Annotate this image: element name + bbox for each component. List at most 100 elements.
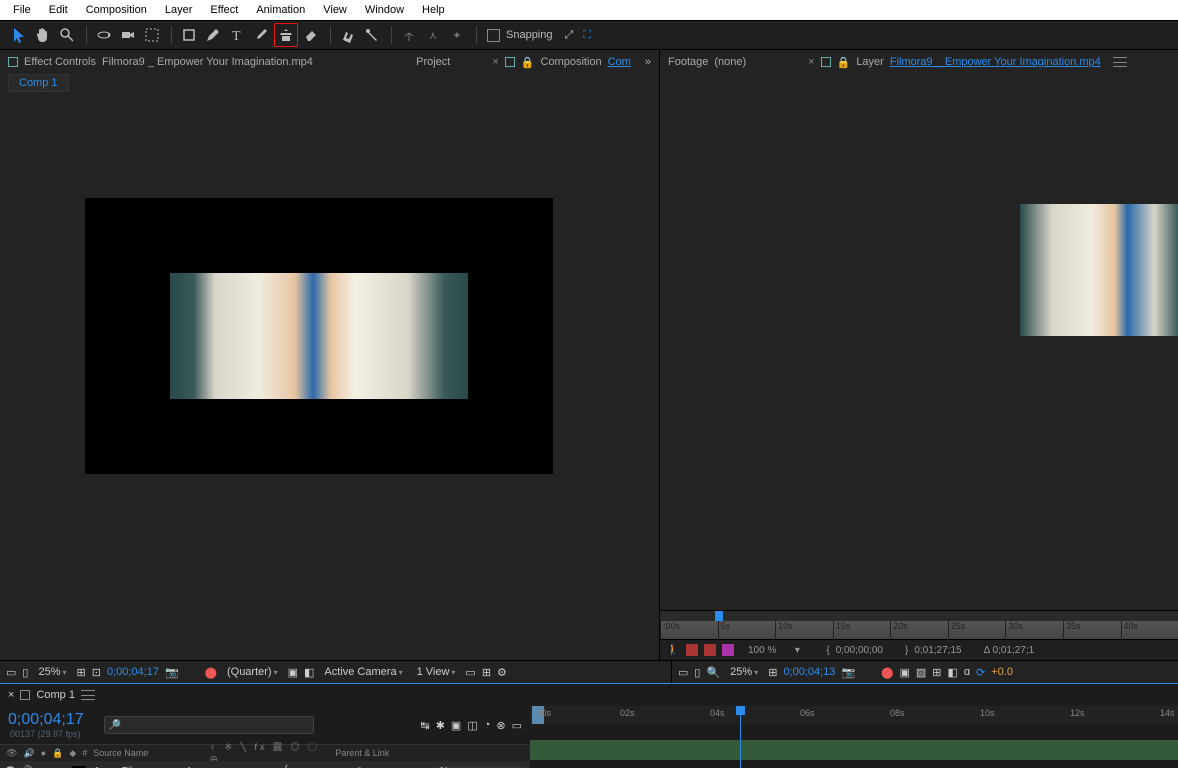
option-icon[interactable]: ⚙ — [497, 666, 507, 679]
tab-project[interactable]: Project — [416, 56, 450, 68]
panel-menu-icon[interactable] — [81, 690, 95, 700]
grid-icon[interactable]: ⊞ — [768, 666, 777, 679]
red-box-icon[interactable] — [686, 644, 698, 656]
motion-blur-icon[interactable]: ◔ — [484, 719, 491, 732]
mini-playhead-icon[interactable] — [715, 611, 723, 621]
layer-bar[interactable] — [530, 740, 1178, 760]
mini-tc-start[interactable]: 0;00;00;00 — [836, 645, 883, 656]
brain-icon[interactable]: ⊗ — [496, 719, 505, 732]
option-icon[interactable]: ▭ — [465, 666, 475, 679]
layer-row[interactable]: 👁 🔊 ▸ 1 ▭ Filmora...n.mp4 ♀ ╱ ◎ None▾ — [0, 761, 530, 768]
tab-close-icon[interactable]: × — [8, 689, 14, 701]
monitor-icon[interactable]: ▭ — [6, 666, 16, 679]
tab-effect-controls[interactable]: Effect Controls — [24, 56, 96, 68]
timeline-search-input[interactable]: 🔎 — [104, 716, 314, 734]
sq-icon[interactable]: ◧ — [947, 666, 957, 679]
menu-effect[interactable]: Effect — [201, 1, 247, 19]
lock-icon[interactable]: 🔒 — [837, 56, 851, 69]
refresh-icon[interactable]: ⟳ — [976, 666, 985, 679]
rotobrush-tool[interactable] — [337, 24, 359, 46]
panel-menu-icon[interactable] — [1113, 57, 1127, 67]
camera-tool[interactable] — [117, 24, 139, 46]
menu-window[interactable]: Window — [356, 1, 413, 19]
sq-icon[interactable]: ⊞ — [932, 666, 941, 679]
bone-tool[interactable]: ⋏ — [422, 24, 444, 46]
tab-close-icon[interactable]: × — [808, 56, 814, 68]
menu-file[interactable]: File — [4, 1, 40, 19]
viewer-timecode[interactable]: 0;00;04;13 — [783, 666, 835, 678]
mini-tc-end[interactable]: 0;01;27;15 — [914, 645, 961, 656]
menu-view[interactable]: View — [314, 1, 356, 19]
views-dropdown[interactable]: 1 View▾ — [413, 666, 460, 678]
viewer-timecode[interactable]: 0;00;04;17 — [107, 666, 159, 678]
solo-col-icon[interactable]: ● — [39, 748, 48, 758]
mini-ruler[interactable]: :00s 5s 10s 15s 20s 25s 30s 35s 40s — [660, 621, 1178, 639]
comp-tab[interactable]: Comp 1 — [8, 74, 69, 92]
alpha-icon[interactable]: ɑ — [964, 666, 970, 678]
orbit-tool[interactable] — [93, 24, 115, 46]
bracket-end-icon[interactable]: } — [905, 645, 908, 656]
mini-zoom-label[interactable]: 100 % — [740, 645, 784, 656]
zoom-tool[interactable] — [56, 24, 78, 46]
timeline-tracks[interactable]: :00s 02s 04s 06s 08s 10s 12s 14s — [530, 706, 1178, 768]
magenta-box-icon[interactable] — [722, 644, 734, 656]
mesh-tool[interactable]: ✦ — [446, 24, 468, 46]
timeline-current-time[interactable]: 0;00;04;17 — [8, 711, 84, 729]
zoom-dropdown[interactable]: 25%▾ — [726, 666, 762, 678]
snapshot-icon[interactable]: 📷 — [165, 666, 179, 679]
rectangle-tool[interactable] — [178, 24, 200, 46]
tab-layer[interactable]: Layer — [856, 56, 884, 68]
transparent-icon[interactable]: ▣ — [288, 666, 298, 679]
menu-edit[interactable]: Edit — [40, 1, 77, 19]
layer-file-link[interactable]: Filmora9 _ Empower Your Imagination.mp4 — [890, 56, 1101, 68]
speaker-col-icon[interactable]: 🔊 — [21, 748, 36, 759]
columns-icon[interactable]: ▯ — [22, 666, 28, 679]
tab-composition[interactable]: Composition — [541, 56, 602, 68]
lock-icon[interactable]: 🔒 — [521, 56, 535, 69]
grid-icon[interactable]: ⊡ — [92, 666, 101, 679]
chevron-down-icon[interactable]: ▾ — [790, 643, 804, 657]
snapping-bounds-icon[interactable]: ⛶ — [583, 29, 591, 42]
snapping-options-icon[interactable]: ⤢ — [565, 29, 574, 42]
channels-icon[interactable]: ⬤ — [205, 666, 217, 679]
composition-name-link[interactable]: Com — [608, 56, 631, 68]
red-box-icon[interactable] — [704, 644, 716, 656]
selection-tool[interactable] — [8, 24, 30, 46]
text-tool[interactable]: T — [226, 24, 248, 46]
puppet-tool[interactable] — [361, 24, 383, 46]
menu-animation[interactable]: Animation — [247, 1, 314, 19]
snapping-toggle[interactable]: Snapping ⤢ ⛶ — [487, 29, 591, 42]
quality-dropdown[interactable]: (Quarter)▾ — [223, 666, 282, 678]
magnify-icon[interactable]: 🔍 — [706, 666, 720, 679]
graph-icon[interactable]: ✱ — [436, 719, 445, 732]
snapshot-icon[interactable]: 📷 — [841, 666, 855, 679]
zoom-dropdown[interactable]: 25%▾ — [34, 666, 70, 678]
exposure-value[interactable]: +0.0 — [991, 666, 1013, 678]
composition-viewer[interactable] — [0, 94, 659, 660]
columns-icon[interactable]: ▯ — [694, 666, 700, 679]
axis-tool[interactable] — [398, 24, 420, 46]
lock-col-icon[interactable]: 🔒 — [50, 748, 65, 759]
frame-blend-icon[interactable]: ◫ — [467, 719, 477, 732]
render-icon[interactable]: ▭ — [512, 719, 522, 732]
source-name-col[interactable]: Source Name — [91, 748, 205, 758]
monitor-icon[interactable]: ▭ — [678, 666, 688, 679]
bracket-start-icon[interactable]: { — [826, 645, 829, 656]
layer-mini-timeline[interactable]: :00s 5s 10s 15s 20s 25s 30s 35s 40s — [660, 610, 1178, 639]
menu-layer[interactable]: Layer — [156, 1, 202, 19]
brush-tool[interactable] — [250, 24, 272, 46]
pan-behind-tool[interactable] — [141, 24, 163, 46]
sq-icon[interactable]: ▣ — [899, 666, 909, 679]
option-icon[interactable]: ⊞ — [482, 666, 491, 679]
eraser-tool[interactable] — [300, 24, 322, 46]
tab-close-icon[interactable]: × — [492, 56, 498, 68]
tab-footage[interactable]: Footage — [668, 56, 708, 68]
playhead-icon[interactable] — [740, 706, 741, 768]
channels-icon[interactable]: ⬤ — [881, 666, 893, 679]
sq-icon[interactable]: ▨ — [916, 666, 926, 679]
eye-col-icon[interactable]: 👁 — [4, 748, 19, 759]
timeline-ruler[interactable]: :00s 02s 04s 06s 08s 10s 12s 14s — [530, 706, 1178, 724]
clone-stamp-tool[interactable] — [274, 23, 298, 47]
menu-composition[interactable]: Composition — [77, 1, 156, 19]
label-col-icon[interactable]: ◆ — [67, 748, 78, 759]
